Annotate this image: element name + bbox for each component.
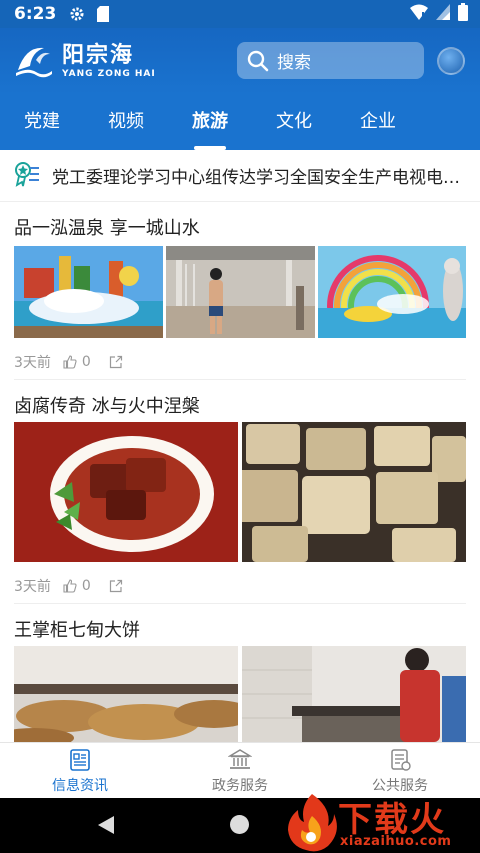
status-time: 6:23	[14, 4, 57, 24]
article-time: 3天前	[14, 355, 51, 371]
nav-government-label: 政务服务	[212, 777, 268, 794]
search-placeholder: 搜索	[277, 53, 311, 73]
article-card[interactable]: 王掌柜七甸大饼	[0, 604, 480, 742]
category-tabs: 党建 视频 旅游 文化 企业	[0, 94, 480, 150]
tab-party-building[interactable]: 党建	[0, 94, 84, 150]
wave-logo-icon	[14, 40, 54, 84]
rainbow-waterslide-image	[318, 246, 466, 338]
news-icon	[68, 747, 92, 773]
signal-icon	[436, 3, 450, 25]
article-title: 王掌柜七甸大饼	[14, 620, 140, 641]
share-icon	[109, 579, 122, 593]
like-button[interactable]: 0	[63, 578, 91, 594]
article-time: 3天前	[14, 579, 51, 595]
baker-kitchen-image	[242, 646, 466, 742]
like-count: 0	[81, 354, 91, 370]
search-icon	[247, 50, 269, 72]
status-bar: 6:23	[0, 0, 480, 28]
braised-tofu-dish-image	[14, 422, 238, 562]
shower-boy-image	[166, 246, 315, 338]
tab-video[interactable]: 视频	[84, 94, 168, 150]
back-triangle-icon[interactable]	[96, 814, 116, 840]
app-header: 阳宗海 YANG ZONG HAI 搜索	[0, 28, 480, 94]
article-meta: 3天前 0	[14, 352, 123, 372]
notice-bar[interactable]: 党工委理论学习中心组传达学习全国安全生产电视电话会议精神	[0, 150, 480, 202]
home-circle-icon[interactable]	[230, 815, 249, 834]
article-card[interactable]: 品一泓温泉 享一城山水 3天前 0	[0, 202, 480, 380]
flatbread-image	[14, 646, 238, 742]
tab-culture[interactable]: 文化	[252, 94, 336, 150]
app-logo[interactable]: 阳宗海 YANG ZONG HAI	[14, 40, 156, 84]
watermark-logo: 下载火 xiazaihuo.com	[282, 790, 478, 853]
settings-gear-icon	[68, 5, 86, 23]
wifi-icon	[410, 4, 428, 25]
share-button[interactable]	[109, 355, 123, 369]
article-title: 卤腐传奇 冰与火中涅槃	[14, 396, 200, 417]
service-document-icon	[388, 747, 412, 773]
share-button[interactable]	[109, 579, 123, 593]
battery-icon	[458, 2, 468, 26]
tofu-cubes-image	[242, 422, 466, 562]
nav-news-label: 信息资讯	[52, 777, 108, 794]
sd-card-icon	[94, 5, 112, 23]
nav-news[interactable]: 信息资讯	[0, 743, 160, 798]
waterpark-splash-image	[14, 246, 163, 338]
article-title: 品一泓温泉 享一城山水	[14, 218, 200, 239]
notice-text: 党工委理论学习中心组传达学习全国安全生产电视电话会议精神	[52, 168, 462, 188]
user-avatar[interactable]	[437, 47, 465, 75]
announcement-icon	[14, 161, 40, 191]
thumbs-up-icon	[63, 579, 77, 593]
tab-enterprise[interactable]: 企业	[336, 94, 420, 150]
logo-chinese-name: 阳宗海	[62, 43, 135, 68]
tab-tourism[interactable]: 旅游	[168, 94, 252, 150]
article-meta: 3天前 0	[14, 576, 123, 596]
like-count: 0	[81, 578, 91, 594]
logo-english-name: YANG ZONG HAI	[62, 69, 156, 79]
thumbs-up-icon	[63, 355, 77, 369]
share-icon	[109, 355, 122, 369]
government-building-icon	[228, 747, 252, 773]
like-button[interactable]: 0	[63, 354, 91, 370]
watermark-url: xiazaihuo.com	[340, 834, 452, 849]
search-input[interactable]: 搜索	[237, 42, 424, 79]
article-card[interactable]: 卤腐传奇 冰与火中涅槃 3天前 0	[0, 380, 480, 604]
